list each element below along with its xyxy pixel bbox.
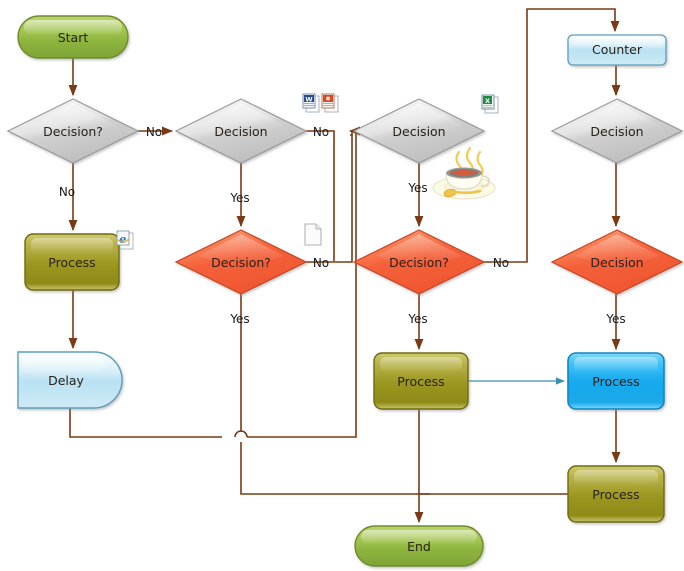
decision5-label: Decision? [389,255,449,270]
edge-label-decision2-no: No [313,125,329,139]
process4-gloss [574,470,658,486]
edge-label-decision1-no-right: No [146,125,162,139]
svg-text:e: e [119,232,126,246]
edge-label-decision4-yes: Yes [407,181,427,195]
edge-label-decision3-no: No [313,256,329,270]
edge-label-decision5-yes: Yes [407,312,427,326]
end-label: End [407,539,431,554]
blank-page-icon[interactable] [304,223,322,246]
svg-text:X: X [485,97,490,105]
flowchart-svg: Start Decision? Process Delay Decision D… [6,8,684,567]
process1-gloss [31,238,113,254]
decision6-label: Decision [590,124,643,139]
image-document-icon[interactable] [321,93,339,113]
edge-label-decision5-no: No [493,256,509,270]
edge-bus-up-to-decision4-column [247,131,357,438]
excel-spreadsheet-icon[interactable]: X [481,94,499,114]
edge-label-decision2-yes: Yes [229,191,249,205]
flowchart-canvas: Start Decision? Process Delay Decision D… [0,0,684,571]
process1-label: Process [48,255,95,270]
start-label: Start [58,30,89,45]
coffee-cup-clipart [432,146,496,200]
process3-gloss [574,357,658,373]
connector-layer [68,8,621,524]
edge-label-layer: No No Yes No Yes No Yes No Yes Yes [59,125,626,326]
process2-label: Process [397,374,444,389]
process2-gloss [380,357,462,373]
decision1-label: Decision? [43,124,103,139]
counter-label: Counter [592,42,643,57]
edge-label-decision1-no-down: No [59,185,75,199]
svg-text:W: W [305,96,312,104]
edge-decision3-yes-to-end-bus [240,442,430,495]
process3-label: Process [592,374,639,389]
process4-label: Process [592,487,639,502]
decision2-label: Decision [214,124,267,139]
edge-label-decision7-yes: Yes [605,312,625,326]
decision3-label: Decision? [211,255,271,270]
edge-delay-to-bus [69,408,222,438]
delay-label: Delay [48,373,84,388]
decision4-label: Decision [392,124,445,139]
word-document-icon[interactable]: W [302,93,320,113]
edge-label-decision3-yes: Yes [229,312,249,326]
decision7-label: Decision [590,255,643,270]
